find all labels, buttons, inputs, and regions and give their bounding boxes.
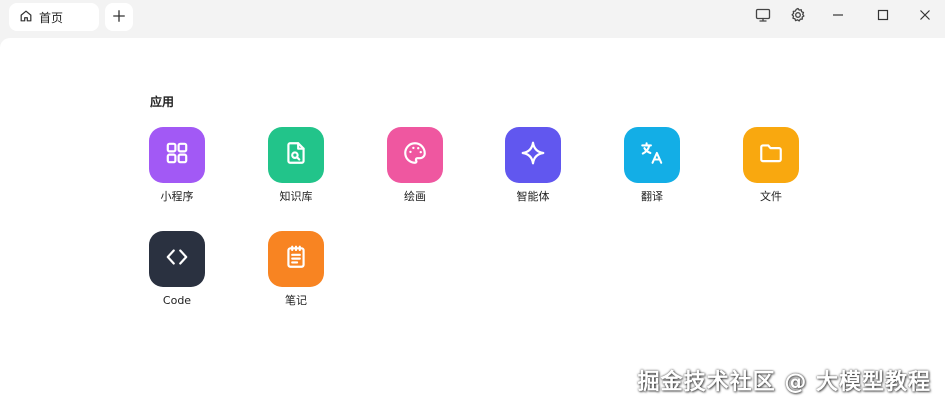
palette-icon — [402, 140, 428, 170]
app-files[interactable]: 文件 — [731, 127, 811, 204]
folder-icon — [758, 140, 784, 170]
tab-label: 首页 — [39, 10, 64, 25]
monitor-icon — [755, 7, 771, 27]
app-translate[interactable]: 翻译 — [612, 127, 692, 204]
plus-icon — [112, 8, 126, 27]
app-knowledge-base[interactable]: 知识库 — [256, 127, 336, 204]
app-label: 文件 — [760, 190, 782, 203]
grid-icon — [164, 140, 190, 170]
app-agent[interactable]: 智能体 — [493, 127, 573, 204]
close-button[interactable] — [912, 4, 938, 30]
app-label: 智能体 — [516, 190, 550, 203]
app-drawing[interactable]: 绘画 — [375, 127, 455, 204]
app-label: 笔记 — [285, 294, 307, 307]
section-title: 应用 — [150, 95, 175, 109]
app-label: 绘画 — [404, 190, 426, 203]
app-label: 小程序 — [160, 190, 194, 203]
main-content: 应用 小程序 知识库 绘画 智能体 翻译 文件 Code 笔记 掘金技术社区 @… — [0, 38, 945, 408]
code-icon — [164, 244, 190, 274]
close-icon — [917, 7, 933, 27]
app-code[interactable]: Code — [137, 231, 217, 308]
app-label: 知识库 — [279, 190, 313, 203]
app-mini-program[interactable]: 小程序 — [137, 127, 217, 204]
app-notes[interactable]: 笔记 — [256, 231, 336, 308]
app-label: 翻译 — [641, 190, 663, 203]
sparkle-icon — [520, 140, 546, 170]
tab-home[interactable]: 首页 — [9, 3, 99, 31]
notepad-icon — [283, 244, 309, 274]
watermark: 掘金技术社区 @ 大模型教程 — [637, 370, 931, 395]
app-label: Code — [162, 294, 192, 307]
new-tab-button[interactable] — [105, 3, 133, 31]
display-button[interactable] — [750, 4, 776, 30]
minimize-button[interactable] — [825, 4, 851, 30]
home-icon — [19, 8, 33, 27]
settings-button[interactable] — [785, 4, 811, 30]
document-search-icon — [283, 140, 309, 170]
translate-icon — [639, 140, 665, 170]
title-bar: 首页 — [0, 0, 945, 38]
minimize-icon — [830, 7, 846, 27]
maximize-button[interactable] — [870, 4, 896, 30]
gear-icon — [790, 7, 806, 27]
maximize-icon — [875, 7, 891, 27]
